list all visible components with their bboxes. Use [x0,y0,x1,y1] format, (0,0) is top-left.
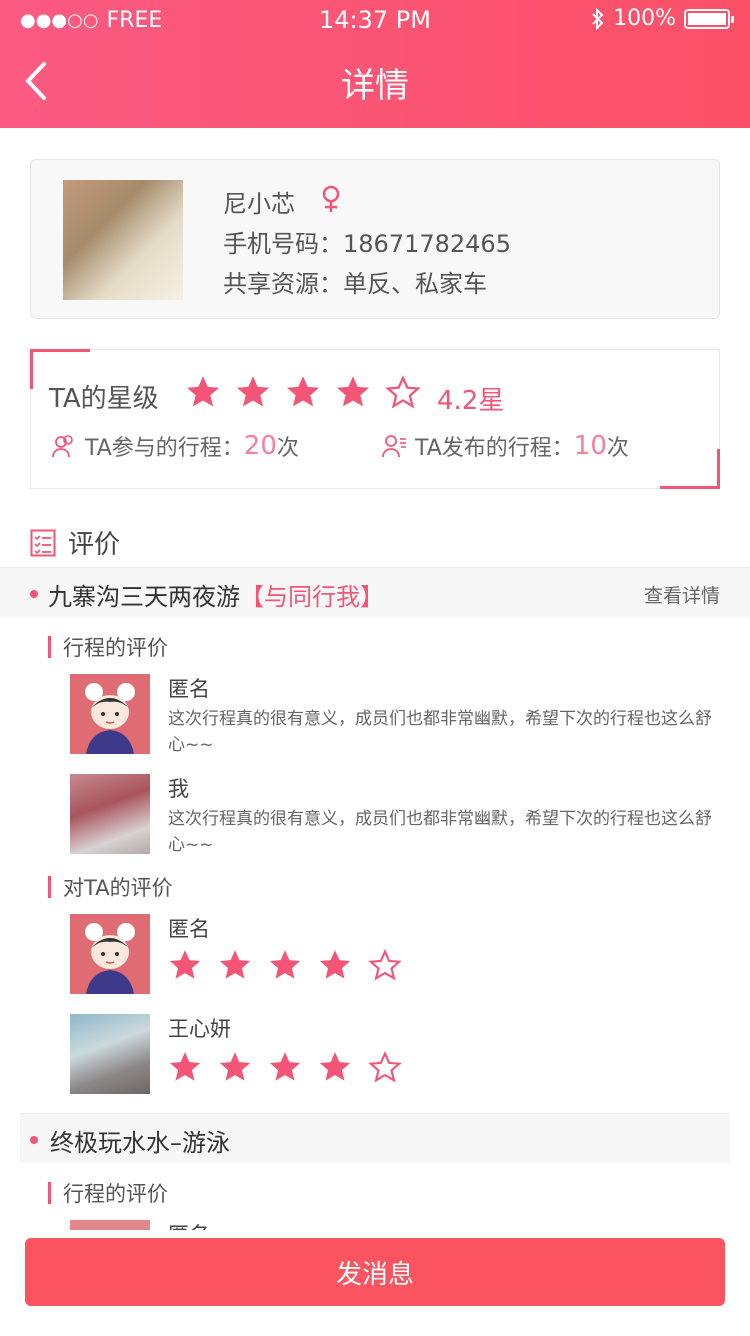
cartoon-avatar-icon [85,923,135,994]
review-text: 这次行程真的很有意义，成员们也都非常幽默，希望下次的行程也这么舒心~~ [168,809,712,855]
published-trips-label: TA发布的行程： [415,436,574,461]
published-trips-unit: 次 [606,436,629,461]
female-icon [322,185,340,212]
profile-photo [63,180,183,300]
trip-tag: 【与同行我】 [240,583,384,611]
star-filled-icon [286,376,320,407]
profile-name: 尼小芯 [223,190,295,218]
review-item: 我 这次行程真的很有意义，成员们也都非常幽默，希望下次的行程也这么舒心~~ [70,774,730,856]
section-title: 行程的评价 [63,1182,168,1206]
joined-trips-stat: TA参与的行程： 20 次 [51,430,299,462]
corner-accent [660,449,720,489]
reviewer-name: 我 [168,777,189,801]
bullet-dot [30,590,38,598]
profile-shared-resources: 共享资源：单反、私家车 [223,270,487,298]
reviewer-name: 匿名 [168,677,210,701]
star-empty-icon [368,948,402,981]
trip-title: 九寨沟三天两夜游【与同行我】 [48,577,384,612]
star-filled-icon [186,376,220,407]
joined-trips-label: TA参与的行程： [85,436,244,461]
battery-icon [684,8,734,29]
reviewer-name: 匿名 [168,917,210,941]
star-filled-icon [336,376,370,407]
star-filled-icon [169,950,201,979]
rating-label: TA的星级 [49,384,159,414]
trip-header[interactable]: 终极玩水水–游泳 [20,1113,730,1163]
star-rating [185,374,421,410]
page-title: 详情 [341,66,409,106]
star-filled-icon [319,1052,351,1081]
star-filled-icon [319,950,351,979]
group-icon [52,435,73,458]
view-details-link[interactable]: 查看详情 [644,581,720,608]
bluetooth-icon [592,7,604,30]
rating-item: 王心妍 [70,1014,730,1096]
joined-trips-unit: 次 [276,436,299,461]
star-filled-icon [219,950,251,979]
avatar [70,674,150,754]
avatar [70,774,150,854]
rating-card: TA的星级 4.2星 TA参与的行程： 20 次 TA发布的行程： 10 次 [30,349,720,489]
review-item: 匿名 这次行程真的很有意义，成员们也都非常幽默，希望下次的行程也这么舒心~~ [70,674,730,756]
rating-item: 匿名 [70,914,730,996]
trip-name: 九寨沟三天两夜游 [48,583,240,611]
profile-phone: 手机号码：18671782465 [223,230,511,258]
evaluation-heading: 评价 [30,524,120,561]
star-rating [168,1050,402,1084]
bullet-dot [30,1136,38,1144]
cartoon-avatar-icon [85,683,135,754]
star-filled-icon [269,950,301,979]
section-accent-bar [48,1182,51,1204]
star-filled-icon [219,1052,251,1081]
section-accent-bar [48,876,51,898]
user-list-icon [382,435,406,458]
trip-review-section: 行程的评价 [48,1178,168,1208]
avatar [70,914,150,994]
star-empty-icon [385,374,421,409]
profile-card: 尼小芯 手机号码：18671782465 共享资源：单反、私家车 [30,159,720,319]
published-trips-count: 10 [573,431,607,461]
trip-review-section: 行程的评价 [48,632,168,662]
status-right: 100% [591,6,734,31]
section-title: 对TA的评价 [63,876,173,900]
battery-percent: 100% [613,6,676,31]
reviewer-name: 王心妍 [168,1017,231,1041]
star-filled-icon [269,1052,301,1081]
trip-name: 终极玩水水–游泳 [50,1129,230,1157]
review-text: 这次行程真的很有意义，成员们也都非常幽默，希望下次的行程也这么舒心~~ [168,709,712,755]
header: ●●●○○ FREE 14:37 PM 100% 详情 [0,0,750,128]
evaluation-title: 评价 [68,530,121,560]
published-trips-stat: TA发布的行程： 10 次 [381,430,629,462]
avatar [70,1014,150,1094]
rating-value: 4.2星 [437,386,505,416]
send-message-button[interactable]: 发消息 [25,1238,725,1306]
joined-trips-count: 20 [243,431,277,461]
trip-title: 终极玩水水–游泳 [50,1123,230,1158]
star-filled-icon [236,376,270,407]
status-bar: ●●●○○ FREE 14:37 PM 100% [20,6,734,36]
ta-review-section: 对TA的评价 [48,872,173,902]
section-accent-bar [48,636,51,658]
checklist-icon [30,529,56,556]
star-filled-icon [169,1052,201,1081]
section-title: 行程的评价 [63,636,168,660]
star-empty-icon [368,1050,402,1083]
star-rating [168,948,402,982]
trip-header[interactable]: 九寨沟三天两夜游【与同行我】 查看详情 [0,567,750,617]
